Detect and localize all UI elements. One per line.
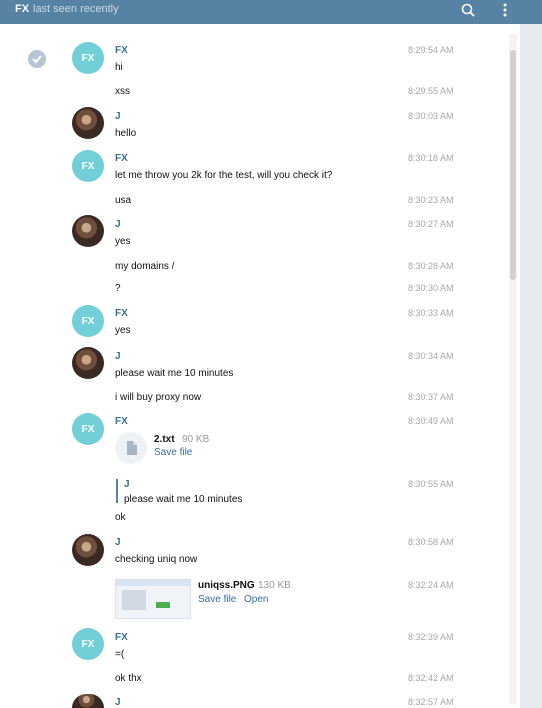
file-name[interactable]: uniqss.PNG [198,580,255,591]
more-vertical-icon[interactable] [500,2,510,18]
avatar[interactable] [72,107,104,139]
message-text: yes [115,236,131,247]
message-time: 8:30:28 AM [408,261,454,271]
sender-name[interactable]: FX [115,632,128,643]
search-icon[interactable] [460,2,476,18]
message-time: 8:30:27 AM [408,219,454,229]
avatar[interactable]: FX [72,628,104,660]
message-time: 8:32:24 AM [408,580,454,590]
message-text: my domains / [115,261,175,272]
reply-sender-name[interactable]: J [124,479,130,490]
message-text: hello [115,128,137,139]
message-text: usa [115,195,132,206]
chat-title[interactable]: FX [15,3,29,15]
message-text: =( [115,649,125,660]
message-time: 8:30:55 AM [408,479,454,489]
sender-name[interactable]: J [115,219,121,230]
message-time: 8:30:03 AM [408,111,454,121]
thumbnail-green-mark [156,602,170,608]
message-text: ? [115,283,121,294]
message-time: 8:30:34 AM [408,351,454,361]
message-time: 8:32:57 AM [408,697,454,707]
file-icon[interactable] [115,432,147,464]
avatar[interactable]: FX [72,150,104,182]
save-file-button[interactable]: Save file [154,447,192,458]
sender-name[interactable]: FX [115,416,128,427]
avatar[interactable] [72,347,104,379]
save-file-button[interactable]: Save file [198,594,236,605]
message-time: 8:30:18 AM [408,153,454,163]
chat-status: last seen recently [33,3,119,15]
open-file-button[interactable]: Open [244,594,268,605]
message-text: hi [115,62,123,73]
message-text: xss [115,86,130,97]
thumbnail-block [122,590,146,610]
thumbnail-bar [116,580,190,586]
image-thumbnail[interactable] [115,579,191,619]
message-time: 8:30:33 AM [408,308,454,318]
message-text: checking uniq now [115,554,198,565]
avatar[interactable] [72,534,104,566]
message-time: 8:30:30 AM [408,283,454,293]
sender-name[interactable]: FX [115,153,128,164]
sender-name[interactable]: FX [115,45,128,56]
message-time: 8:32:39 AM [408,632,454,642]
file-name[interactable]: 2.txt [154,434,175,445]
sender-name[interactable]: J [115,111,121,122]
message-time: 8:32:42 AM [408,673,454,683]
avatar[interactable]: FX [72,413,104,445]
message-time: 8:30:58 AM [408,537,454,547]
message-time: 8:29:54 AM [408,45,454,55]
avatar[interactable] [72,215,104,247]
file-size: 130 KB [258,580,291,591]
file-size: 90 KB [182,434,210,445]
sender-name[interactable]: J [115,697,121,708]
sender-name[interactable]: J [115,537,121,548]
sender-name[interactable]: J [115,351,121,362]
avatar[interactable]: FX [72,305,104,337]
message-time: 8:30:37 AM [408,392,454,402]
reply-text[interactable]: please wait me 10 minutes [124,494,242,505]
message-text: i will buy proxy now [115,392,202,403]
message-text: yes [115,325,131,336]
chat-header: FX last seen recently [0,0,542,24]
message-text: let me throw you 2k for the test, will y… [115,170,333,181]
message-time: 8:29:55 AM [408,86,454,96]
scrollbar-thumb[interactable] [510,50,516,280]
message-text: ok [115,512,126,523]
message-text: ok thx [115,673,142,684]
check-icon[interactable] [28,50,46,68]
reply-bar [116,479,118,503]
message-time: 8:30:23 AM [408,195,454,205]
message-text: please wait me 10 minutes [115,368,234,379]
message-time: 8:30:49 AM [408,416,454,426]
sender-name[interactable]: FX [115,308,128,319]
avatar[interactable]: FX [72,42,104,74]
